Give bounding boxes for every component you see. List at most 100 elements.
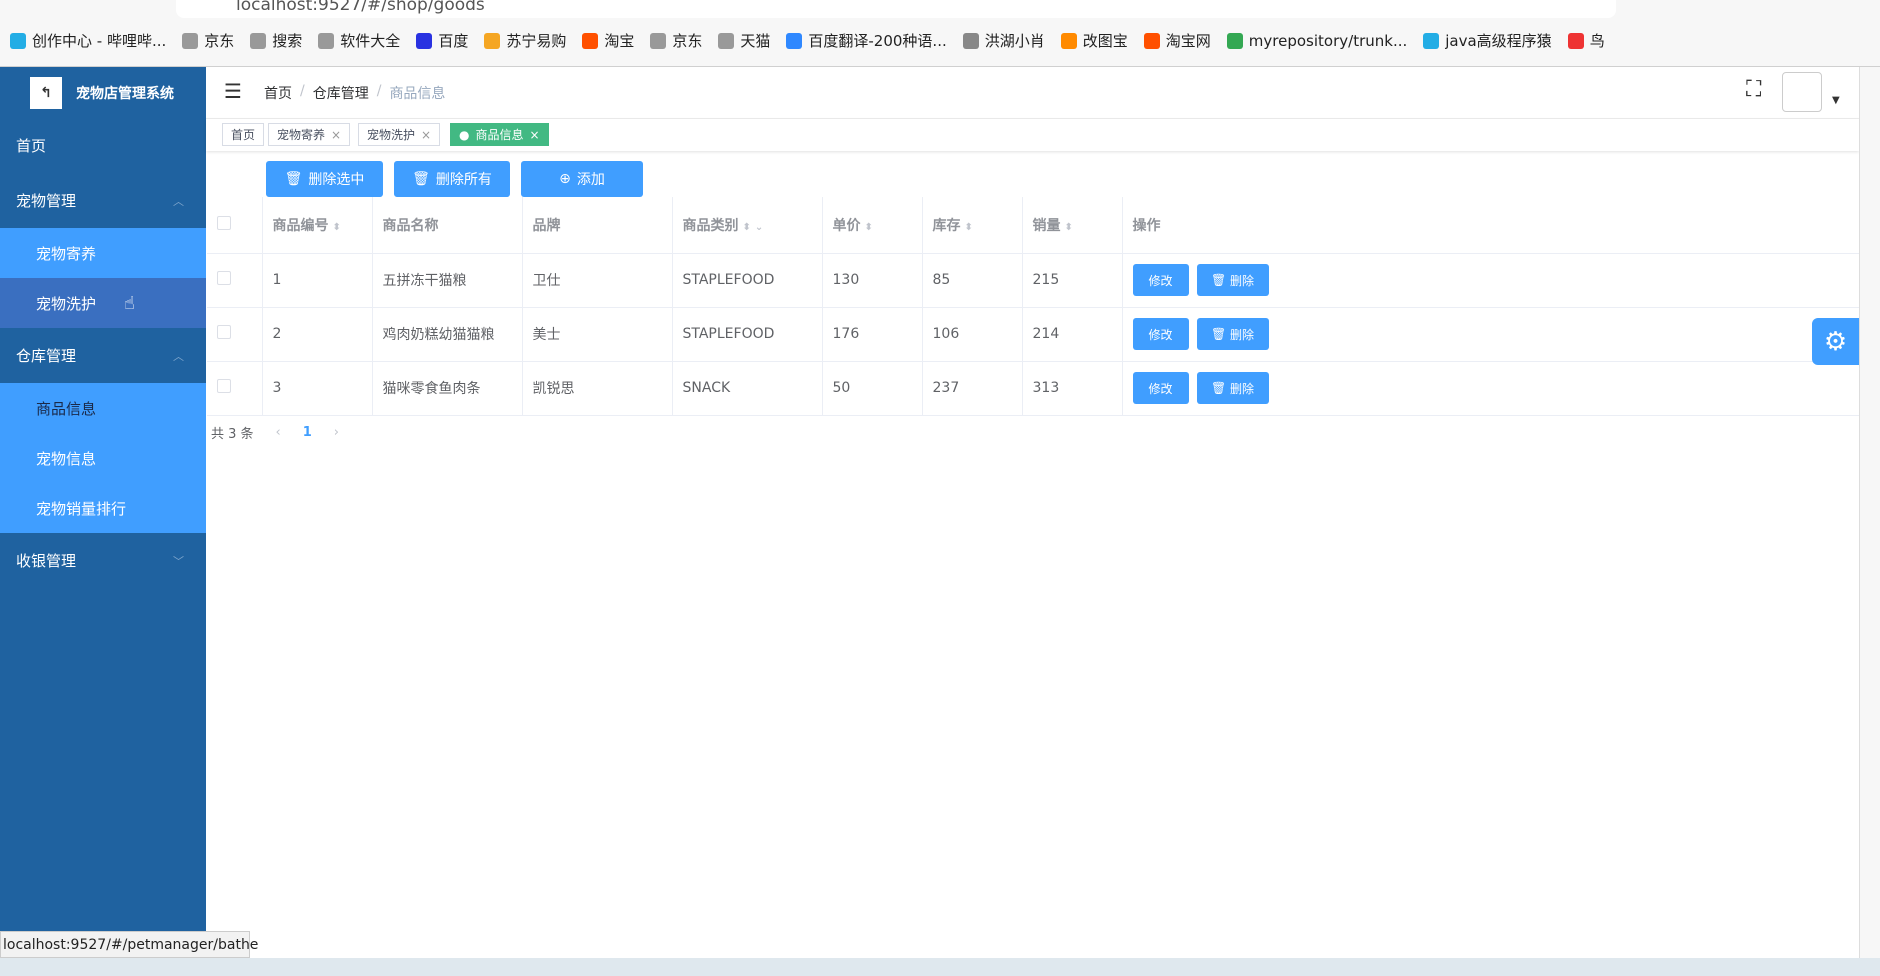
pagination: 共 3 条 ‹ 1 ›: [211, 423, 339, 442]
bookmark-icon: [484, 32, 501, 49]
bookmark-icon: [182, 32, 199, 49]
tag-home[interactable]: 首页: [222, 123, 265, 146]
bookmark-label: 鸟: [1589, 32, 1605, 50]
col-price[interactable]: 单价 ⬍: [822, 197, 923, 254]
row-checkbox[interactable]: [207, 307, 263, 362]
bookmark[interactable]: 鸟: [1567, 30, 1605, 51]
logo: ↰ 宠物店管理系统: [0, 67, 206, 118]
caret-down-icon[interactable]: ▼: [1832, 95, 1840, 106]
bookmark[interactable]: 改图宝: [1060, 30, 1128, 51]
delete-button[interactable]: 🗑 删除: [1196, 318, 1269, 350]
edit-button[interactable]: 修改: [1132, 372, 1189, 404]
table-cell: 214: [1022, 307, 1123, 362]
close-icon[interactable]: ×: [530, 128, 540, 142]
bookmark-icon: [718, 32, 735, 49]
bookmark-label: 京东: [672, 32, 703, 50]
delete-all-button[interactable]: 🗑 删除所有: [394, 161, 510, 197]
bookmark[interactable]: 京东: [650, 30, 702, 51]
sidebar-item-pet-info[interactable]: 宠物信息: [0, 433, 206, 483]
tag-goods[interactable]: ● 商品信息 ×: [450, 123, 549, 146]
sidebar-item-pet-bathe[interactable]: 宠物洗护 ☝: [0, 278, 206, 328]
add-button[interactable]: ⊕ 添加: [521, 161, 643, 197]
delete-selected-button[interactable]: 🗑 删除选中: [266, 161, 383, 197]
bookmark[interactable]: 天猫: [718, 30, 770, 51]
bookmark[interactable]: 淘宝网: [1143, 30, 1211, 51]
col-category[interactable]: 商品类别 ⬍ ⌄: [672, 197, 823, 254]
table-cell: 313: [1022, 361, 1123, 416]
bookmark-label: 淘宝: [604, 32, 635, 50]
col-id[interactable]: 商品编号 ⬍: [262, 197, 373, 254]
tag-pet-boarding[interactable]: 宠物寄养 ×: [268, 123, 351, 146]
bookmark[interactable]: java高级程序猿: [1423, 30, 1552, 51]
table-cell: 50: [822, 361, 923, 416]
total-count: 共 3 条: [211, 427, 254, 442]
sidebar-item-goods[interactable]: 商品信息: [0, 383, 206, 433]
bookmark[interactable]: 淘宝: [582, 30, 634, 51]
table-row: 3 猫咪零食鱼肉条 凯锐思 SNACK 50 237 313 修改 🗑 删除: [207, 361, 1859, 416]
row-checkbox[interactable]: [207, 253, 263, 308]
hamburger-icon[interactable]: ☰: [224, 79, 242, 103]
chevron-up-icon: ︿: [173, 349, 184, 363]
bookmark[interactable]: 百度翻译-200种语...: [786, 30, 947, 51]
active-dot-icon: ●: [459, 127, 470, 142]
actions-cell: 修改 🗑 删除: [1122, 361, 1859, 416]
label: 收银管理: [16, 552, 77, 570]
bookmark[interactable]: 软件大全: [318, 30, 400, 51]
next-page-icon[interactable]: ›: [334, 425, 339, 440]
taskbar: [0, 958, 1880, 976]
bookmark-icon: [1567, 32, 1584, 49]
label: 宠物洗护: [36, 294, 97, 313]
row-checkbox[interactable]: [207, 361, 263, 416]
close-icon[interactable]: ×: [421, 128, 431, 142]
trash-icon: 🗑: [1210, 381, 1227, 395]
fullscreen-icon[interactable]: ⛶: [1746, 77, 1761, 102]
bookmark[interactable]: 百度: [416, 30, 468, 51]
bookmark-label: 创作中心 - 哔哩哔...: [32, 32, 167, 50]
table-cell: 猫咪零食鱼肉条: [372, 361, 523, 416]
sidebar-item-home[interactable]: 首页: [0, 118, 206, 173]
edit-button[interactable]: 修改: [1132, 264, 1189, 296]
bookmark[interactable]: 苏宁易购: [484, 30, 566, 51]
table-header: 商品编号 ⬍ 商品名称 品牌 商品类别 ⬍ ⌄ 单价 ⬍ 库存 ⬍ 销量 ⬍ 操作: [207, 197, 1859, 254]
bookmark[interactable]: 洪湖小肖: [962, 30, 1045, 51]
tag-pet-bathe[interactable]: 宠物洗护 ×: [358, 123, 441, 146]
hand-cursor-icon: ☝: [124, 292, 135, 314]
sidebar-group-pet[interactable]: 宠物管理 ︿: [0, 173, 206, 228]
edit-button[interactable]: 修改: [1132, 318, 1189, 350]
delete-button[interactable]: 🗑 删除: [1196, 372, 1269, 404]
close-icon[interactable]: ×: [331, 128, 341, 142]
sort-icon: ⬍: [332, 221, 341, 233]
bookmark[interactable]: 搜索: [250, 30, 302, 51]
table-cell: STAPLEFOOD: [672, 253, 823, 308]
bookmark-label: 百度: [438, 32, 469, 50]
col-name: 商品名称: [372, 197, 523, 254]
avatar[interactable]: [1782, 72, 1822, 112]
bookmark-icon: [582, 32, 599, 49]
bookmark[interactable]: 创作中心 - 哔哩哔...: [10, 30, 166, 51]
sidebar-item-pet-boarding[interactable]: 宠物寄养: [0, 228, 206, 278]
address-bar[interactable]: localhost:9527/#/shop/goods: [176, 0, 1616, 18]
bookmark[interactable]: myrepository/trunk...: [1226, 30, 1408, 51]
prev-page-icon[interactable]: ‹: [276, 425, 281, 440]
bookmark[interactable]: 京东: [182, 30, 234, 51]
table-cell: SNACK: [672, 361, 823, 416]
bookmark-label: 洪湖小肖: [984, 32, 1045, 50]
bookmark-label: 改图宝: [1082, 32, 1128, 50]
label: 首页: [16, 137, 47, 155]
sidebar-group-warehouse[interactable]: 仓库管理 ︿: [0, 328, 206, 383]
bookmark-icon: [1423, 32, 1440, 49]
goods-table: 商品编号 ⬍ 商品名称 品牌 商品类别 ⬍ ⌄ 单价 ⬍ 库存 ⬍ 销量 ⬍ 操作 1 五拼冻…: [207, 197, 1859, 416]
breadcrumb-item[interactable]: 首页: [264, 83, 292, 103]
select-all-checkbox[interactable]: [207, 197, 263, 254]
delete-button[interactable]: 🗑 删除: [1196, 264, 1269, 296]
settings-gear-button[interactable]: ⚙: [1812, 318, 1859, 365]
bookmark-label: myrepository/trunk...: [1248, 31, 1408, 50]
sidebar-group-cashier[interactable]: 收银管理 ﹀: [0, 533, 206, 588]
sidebar-item-sales-rank[interactable]: 宠物销量排行: [0, 483, 206, 533]
table-cell: 176: [822, 307, 923, 362]
navbar: ☰ 首页 / 仓库管理 / 商品信息 ⛶ ▼: [206, 67, 1859, 119]
col-sales[interactable]: 销量 ⬍: [1022, 197, 1123, 254]
page-number[interactable]: 1: [303, 425, 312, 440]
breadcrumb-item[interactable]: 仓库管理: [313, 83, 369, 103]
col-stock[interactable]: 库存 ⬍: [922, 197, 1023, 254]
